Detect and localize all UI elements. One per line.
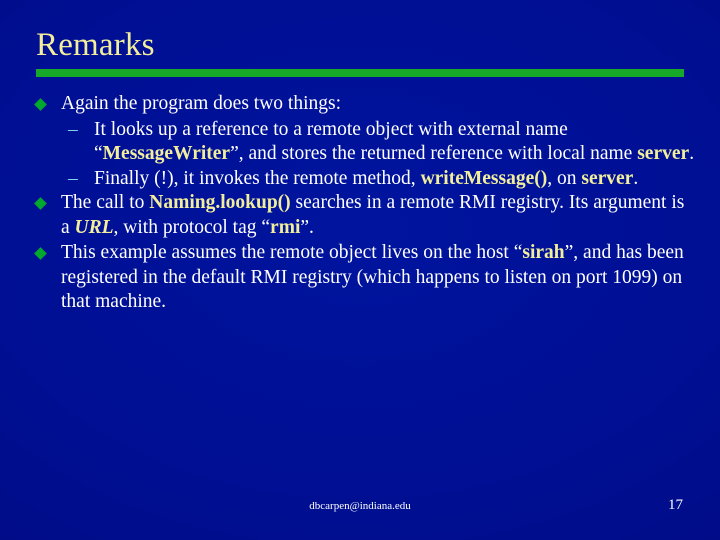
sub-bullet-1-2-text-part-3: . bbox=[633, 167, 639, 189]
sub-bullet-1-2-text-part-1: Finally (!), it invokes the remote metho… bbox=[94, 167, 421, 189]
slide-title: Remarks bbox=[36, 27, 155, 63]
bullet-1-text: Again the program does two things: bbox=[61, 93, 341, 114]
diamond-bullet-icon bbox=[34, 247, 47, 260]
sub-bullet-item-1-1: – It looks up a reference to a remote ob… bbox=[28, 118, 696, 167]
bullet-2-text-part-4: ”. bbox=[300, 216, 314, 238]
slide-body: Again the program does two things: – It … bbox=[28, 92, 696, 316]
title-divider-bar bbox=[36, 69, 684, 77]
sub-bullet-item-1-2: – Finally (!), it invokes the remote met… bbox=[28, 167, 696, 192]
footer-email: dbcarpen@indiana.edu bbox=[309, 500, 411, 512]
code-server-2: server bbox=[581, 167, 634, 189]
sub-bullet-1-1-text-part-3: . bbox=[689, 143, 695, 164]
bullet-2-text-part-3: , with protocol tag “ bbox=[113, 216, 271, 238]
sub-bullet-1-1-text-part-2: ”, and stores the returned reference wit… bbox=[230, 143, 638, 164]
en-dash-bullet-icon: – bbox=[68, 118, 78, 140]
code-url: URL bbox=[74, 216, 114, 238]
diamond-bullet-icon bbox=[34, 197, 47, 210]
bullet-3-text-part-1: This example assumes the remote object l… bbox=[61, 242, 523, 263]
code-server-1: server bbox=[637, 143, 690, 164]
code-sirah-host: sirah bbox=[522, 242, 565, 263]
code-message-writer: MessageWriter bbox=[102, 143, 231, 164]
bullet-item-3: This example assumes the remote object l… bbox=[28, 241, 696, 315]
code-write-message: writeMessage() bbox=[420, 167, 548, 189]
en-dash-bullet-icon: – bbox=[68, 167, 78, 189]
footer-page-number: 17 bbox=[668, 497, 683, 513]
bullet-2-text-part-1: The call to bbox=[61, 192, 150, 213]
sub-bullet-1-2-text-part-2: , on bbox=[547, 167, 582, 189]
code-rmi-tag: rmi bbox=[270, 216, 301, 238]
bullet-item-1: Again the program does two things: bbox=[28, 92, 696, 117]
diamond-bullet-icon bbox=[34, 98, 47, 111]
bullet-item-2: The call to Naming.lookup() searches in … bbox=[28, 191, 696, 240]
code-naming-lookup: Naming.lookup() bbox=[149, 192, 291, 213]
presentation-slide: Remarks Again the program does two thing… bbox=[0, 0, 720, 540]
